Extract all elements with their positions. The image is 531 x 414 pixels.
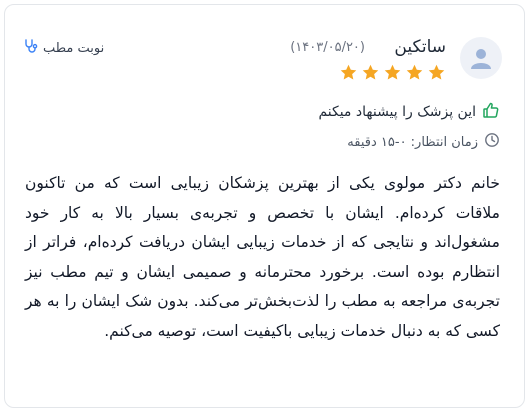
recommendation-text: این پزشک را پیشنهاد میکنم — [318, 104, 476, 120]
thumbs-up-icon — [482, 101, 500, 123]
recommendation: این پزشک را پیشنهاد میکنم — [318, 101, 500, 123]
star-icon — [362, 64, 379, 80]
rating-stars — [339, 63, 446, 82]
star-icon — [340, 64, 357, 80]
review-text: خانم دکتر مولوی یکی از بهترین پزشکان زیب… — [25, 174, 500, 340]
star-icon — [384, 64, 401, 80]
visit-type: نوبت مطب — [23, 38, 104, 58]
star-icon — [406, 64, 423, 80]
author-name: ساتکین — [394, 37, 446, 57]
visit-type-label: نوبت مطب — [43, 40, 105, 56]
stethoscope-icon — [23, 38, 39, 58]
star-icon — [428, 64, 445, 80]
clock-icon — [484, 132, 500, 152]
review-card: ساتکین (۱۴۰۳/۰۵/۲۰) نوبت مطب این پزشک را… — [4, 4, 525, 408]
wait-time-text: زمان انتظار: ۰-۱۵ دقیقه — [347, 134, 478, 150]
user-avatar-icon — [460, 37, 502, 79]
wait-time: زمان انتظار: ۰-۱۵ دقیقه — [347, 132, 500, 152]
review-date: (۱۴۰۳/۰۵/۲۰) — [290, 40, 365, 55]
